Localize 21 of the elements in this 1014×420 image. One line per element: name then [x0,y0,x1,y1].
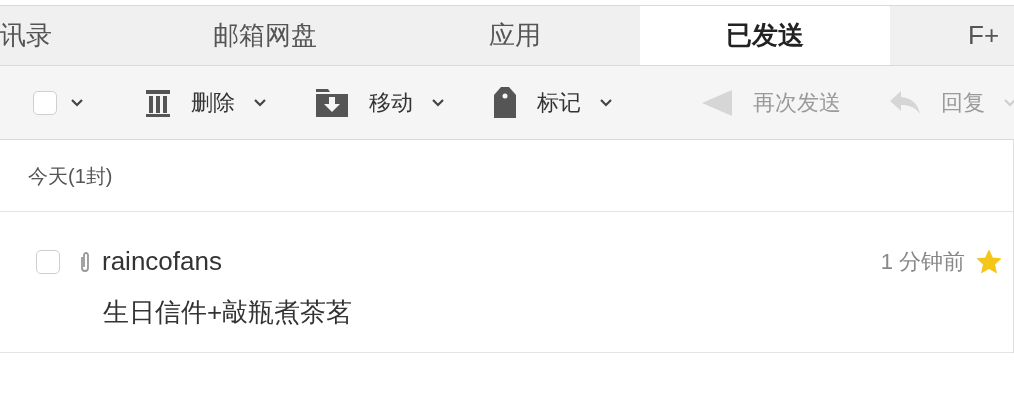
send-arrow-icon [701,88,733,117]
message-subject: 生日信件+敲瓶煮茶茗 [103,297,353,327]
trash-icon [145,87,171,118]
message-row[interactable]: raincofans 1 分钟前 生日信件+敲瓶煮茶茗 [0,212,1013,353]
tab[interactable]: 已发送 [640,6,890,65]
message-checkbox[interactable] [36,249,60,274]
group-heading: 今天(1封) [28,163,113,189]
star-icon[interactable] [977,249,1001,274]
move-button[interactable]: 移动 [315,86,445,119]
sent-time: 1 分钟前 [880,248,965,276]
select-all-checkbox[interactable] [33,90,57,115]
archive-box-icon [315,87,349,118]
tab[interactable]: 邮箱网盘 [140,6,390,65]
delete-button[interactable]: 删除 [145,86,267,119]
mark-button[interactable]: 标记 [493,85,613,120]
tag-icon [493,85,517,120]
tab[interactable]: 应用 [390,6,640,65]
tab[interactable]: 讯录 [0,6,140,65]
chevron-down-icon [70,98,84,107]
sender-name: raincofans [102,245,222,278]
tab[interactable]: F+ [890,6,1014,65]
